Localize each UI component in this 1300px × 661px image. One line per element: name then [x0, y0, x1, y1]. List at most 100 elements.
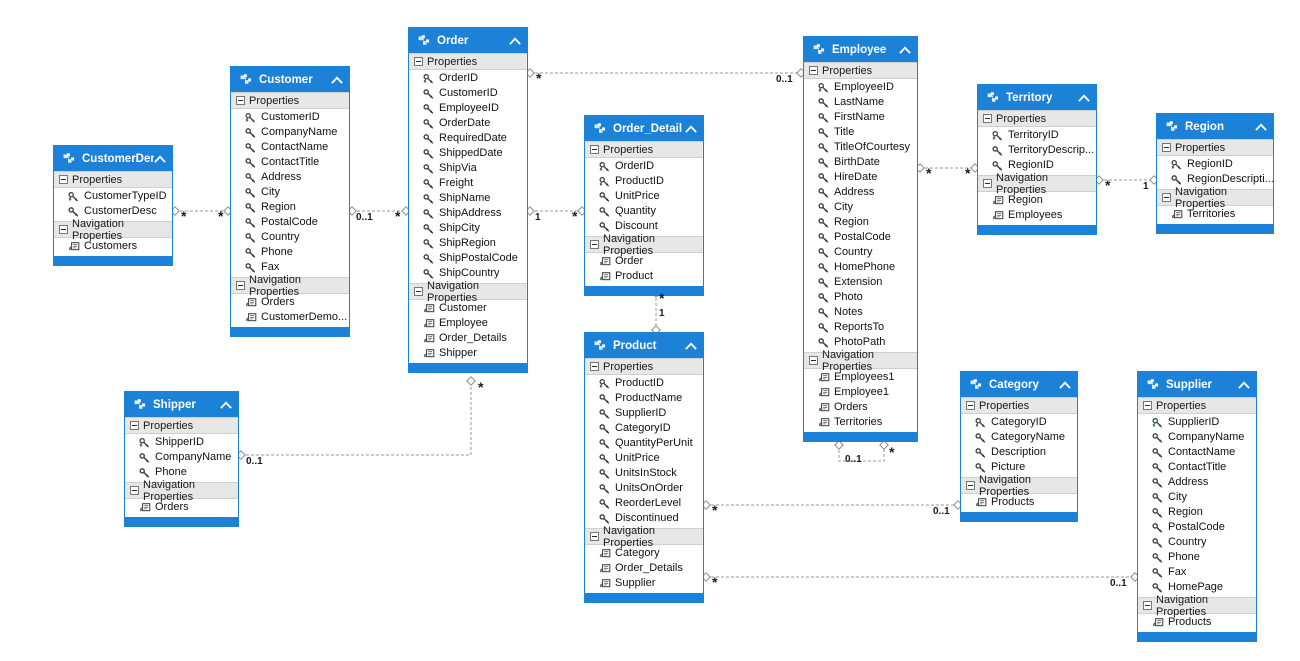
- property-row[interactable]: ShipAddress: [409, 206, 527, 221]
- entity-header-region[interactable]: Region: [1157, 114, 1273, 139]
- section-navigation-order-detail[interactable]: Navigation Properties: [585, 233, 703, 257]
- chevron-up-icon[interactable]: [154, 153, 166, 165]
- property-row[interactable]: LastName: [804, 95, 917, 110]
- entity-header-product[interactable]: Product: [585, 333, 703, 358]
- property-row[interactable]: CompanyName: [125, 450, 238, 465]
- property-row[interactable]: ContactTitle: [231, 155, 349, 170]
- property-row[interactable]: ShippedDate: [409, 146, 527, 161]
- section-navigation-order[interactable]: Navigation Properties: [409, 280, 527, 304]
- property-row[interactable]: TerritoryID: [978, 128, 1096, 143]
- property-row[interactable]: Photo: [804, 290, 917, 305]
- section-properties-order[interactable]: Properties: [409, 53, 527, 70]
- property-row[interactable]: Country: [231, 230, 349, 245]
- entity-territory[interactable]: Territory Properties TerritoryID TerritoryD…: [977, 84, 1097, 235]
- expander-minus-icon[interactable]: [590, 532, 599, 541]
- property-row[interactable]: Address: [1138, 475, 1256, 490]
- property-row[interactable]: ShipCity: [409, 221, 527, 236]
- property-row[interactable]: QuantityPerUnit: [585, 436, 703, 451]
- property-row[interactable]: City: [231, 185, 349, 200]
- section-properties-order-detail[interactable]: Properties: [585, 141, 703, 158]
- expander-minus-icon[interactable]: [809, 66, 818, 75]
- entity-supplier[interactable]: Supplier Properties SupplierID CompanyName C…: [1137, 371, 1257, 642]
- chevron-up-icon[interactable]: [220, 399, 232, 411]
- property-row[interactable]: CompanyName: [1138, 430, 1256, 445]
- expander-minus-icon[interactable]: [130, 486, 139, 495]
- property-row[interactable]: Phone: [1138, 550, 1256, 565]
- section-navigation-category[interactable]: Navigation Properties: [961, 474, 1077, 498]
- expander-minus-icon[interactable]: [1143, 601, 1152, 610]
- section-navigation-customer-demographics[interactable]: Navigation Properties: [54, 218, 172, 242]
- navigation-row[interactable]: Order_Details: [409, 331, 527, 346]
- chevron-up-icon[interactable]: [509, 35, 521, 47]
- section-navigation-supplier[interactable]: Navigation Properties: [1138, 594, 1256, 618]
- property-row[interactable]: PostalCode: [231, 215, 349, 230]
- navigation-row[interactable]: Product: [585, 269, 703, 284]
- expander-minus-icon[interactable]: [590, 362, 599, 371]
- navigation-row[interactable]: Employee: [409, 316, 527, 331]
- property-row[interactable]: UnitPrice: [585, 451, 703, 466]
- property-row[interactable]: EmployeeID: [804, 80, 917, 95]
- expander-minus-icon[interactable]: [236, 96, 245, 105]
- property-row[interactable]: CustomerTypeID: [54, 189, 172, 204]
- property-row[interactable]: Notes: [804, 305, 917, 320]
- section-properties-customer[interactable]: Properties: [231, 92, 349, 109]
- property-row[interactable]: SupplierID: [1138, 415, 1256, 430]
- property-row[interactable]: HireDate: [804, 170, 917, 185]
- association-product-category[interactable]: [701, 500, 963, 510]
- expander-minus-icon[interactable]: [966, 481, 975, 490]
- expander-minus-icon[interactable]: [236, 281, 245, 290]
- navigation-row[interactable]: Orders: [804, 400, 917, 415]
- property-row[interactable]: OrderID: [585, 159, 703, 174]
- entity-header-order-detail[interactable]: Order_Detail: [585, 116, 703, 141]
- property-row[interactable]: ProductID: [585, 174, 703, 189]
- property-row[interactable]: Country: [804, 245, 917, 260]
- expander-minus-icon[interactable]: [414, 287, 423, 296]
- section-navigation-region[interactable]: Navigation Properties: [1157, 186, 1273, 210]
- property-row[interactable]: ContactName: [1138, 445, 1256, 460]
- expander-minus-icon[interactable]: [59, 175, 68, 184]
- section-properties-supplier[interactable]: Properties: [1138, 397, 1256, 414]
- property-row[interactable]: ContactName: [231, 140, 349, 155]
- property-row[interactable]: FirstName: [804, 110, 917, 125]
- section-properties-category[interactable]: Properties: [961, 397, 1077, 414]
- property-row[interactable]: Title: [804, 125, 917, 140]
- property-row[interactable]: Phone: [231, 245, 349, 260]
- property-row[interactable]: ShipPostalCode: [409, 251, 527, 266]
- property-row[interactable]: Quantity: [585, 204, 703, 219]
- property-row[interactable]: ReportsTo: [804, 320, 917, 335]
- property-row[interactable]: CustomerID: [231, 110, 349, 125]
- entity-header-category[interactable]: Category: [961, 372, 1077, 397]
- navigation-row[interactable]: Employees: [978, 208, 1096, 223]
- association-product-supplier[interactable]: [701, 572, 1140, 582]
- navigation-row[interactable]: Employee1: [804, 385, 917, 400]
- entity-product[interactable]: Product Properties ProductID ProductName Sup…: [584, 332, 704, 603]
- property-row[interactable]: Region: [804, 215, 917, 230]
- property-row[interactable]: BirthDate: [804, 155, 917, 170]
- association-order-employee[interactable]: [525, 68, 806, 78]
- entity-header-order[interactable]: Order: [409, 28, 527, 53]
- property-row[interactable]: RequiredDate: [409, 131, 527, 146]
- entity-category[interactable]: Category Properties CategoryID CategoryName…: [960, 371, 1078, 522]
- entity-header-customer-demographics[interactable]: CustomerDem...: [54, 146, 172, 171]
- chevron-up-icon[interactable]: [1078, 92, 1090, 104]
- expander-minus-icon[interactable]: [966, 401, 975, 410]
- expander-minus-icon[interactable]: [809, 356, 818, 365]
- expander-minus-icon[interactable]: [983, 114, 992, 123]
- entity-header-employee[interactable]: Employee: [804, 37, 917, 62]
- chevron-up-icon[interactable]: [685, 123, 697, 135]
- navigation-row[interactable]: Shipper: [409, 346, 527, 361]
- property-row[interactable]: TerritoryDescrip...: [978, 143, 1096, 158]
- entity-employee[interactable]: Employee Properties EmployeeID LastName Firs…: [803, 36, 918, 442]
- property-row[interactable]: OrderDate: [409, 116, 527, 131]
- section-navigation-product[interactable]: Navigation Properties: [585, 525, 703, 549]
- entity-order[interactable]: Order Properties OrderID CustomerID Employee…: [408, 27, 528, 373]
- property-row[interactable]: CategoryID: [961, 415, 1077, 430]
- navigation-row[interactable]: Order_Details: [585, 561, 703, 576]
- navigation-row[interactable]: Supplier: [585, 576, 703, 591]
- association-shipper-order[interactable]: [236, 376, 476, 460]
- expander-minus-icon[interactable]: [1162, 143, 1171, 152]
- property-row[interactable]: Address: [231, 170, 349, 185]
- section-properties-region[interactable]: Properties: [1157, 139, 1273, 156]
- entity-header-shipper[interactable]: Shipper: [125, 392, 238, 417]
- chevron-up-icon[interactable]: [899, 44, 911, 56]
